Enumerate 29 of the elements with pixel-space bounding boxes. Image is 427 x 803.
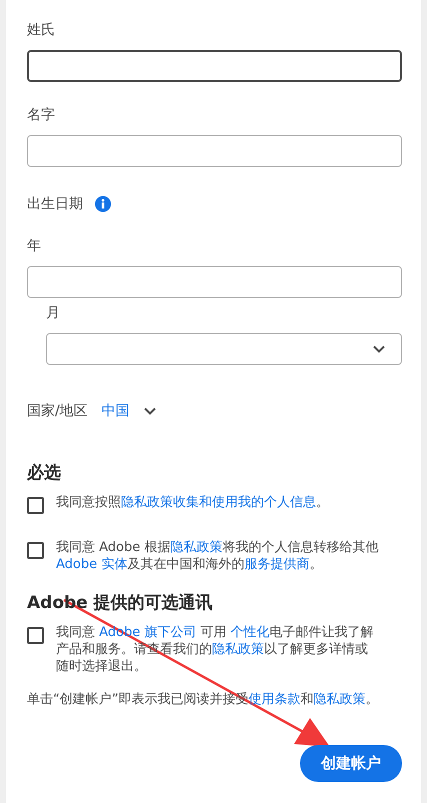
policy-link[interactable]: 隐私政 — [313, 692, 352, 707]
policy-link[interactable]: 策 — [352, 692, 366, 707]
text-field[interactable] — [27, 135, 402, 167]
chevron-down-icon — [373, 345, 385, 353]
checkbox[interactable] — [27, 627, 44, 644]
policy-link[interactable]: Adobe 实体 — [56, 557, 128, 572]
checkbox[interactable] — [27, 542, 44, 559]
info-icon[interactable] — [95, 196, 111, 212]
field-label: 年 — [27, 237, 41, 256]
field-label: 国家/地区 — [27, 402, 88, 421]
chevron-down-icon — [144, 407, 156, 415]
policy-link[interactable]: 个性化 — [230, 625, 270, 640]
country-dropdown[interactable]: 中国 — [102, 402, 156, 420]
section-heading: 必选 — [27, 462, 61, 484]
checkbox[interactable] — [27, 497, 44, 514]
year-field[interactable] — [27, 266, 402, 298]
field-label: 出生日期 — [27, 195, 83, 214]
policy-link[interactable]: 隐私政策 — [212, 642, 264, 657]
consent-text: 我同意 Adobe 根据隐私政策将我的个人信息转移给其他 Adobe 实体及其在中国和海外的服务提供商。 — [56, 539, 380, 573]
text-field[interactable] — [27, 50, 402, 82]
policy-link[interactable]: 隐私政策收集和使用我的个人信息 — [121, 495, 316, 510]
policy-link[interactable]: 使用条款 — [248, 692, 300, 707]
create-account-button[interactable]: 创建帐户 — [300, 745, 402, 782]
policy-link[interactable]: 服务提供商 — [244, 557, 310, 572]
field-label: 名字 — [27, 106, 55, 125]
consent-text: 我同意按照隐私政策收集和使用我的个人信息。 — [56, 494, 329, 511]
policy-link[interactable]: 隐私政策 — [170, 540, 222, 555]
field-label: 月 — [46, 304, 60, 323]
field-label: 姓氏 — [27, 21, 55, 40]
